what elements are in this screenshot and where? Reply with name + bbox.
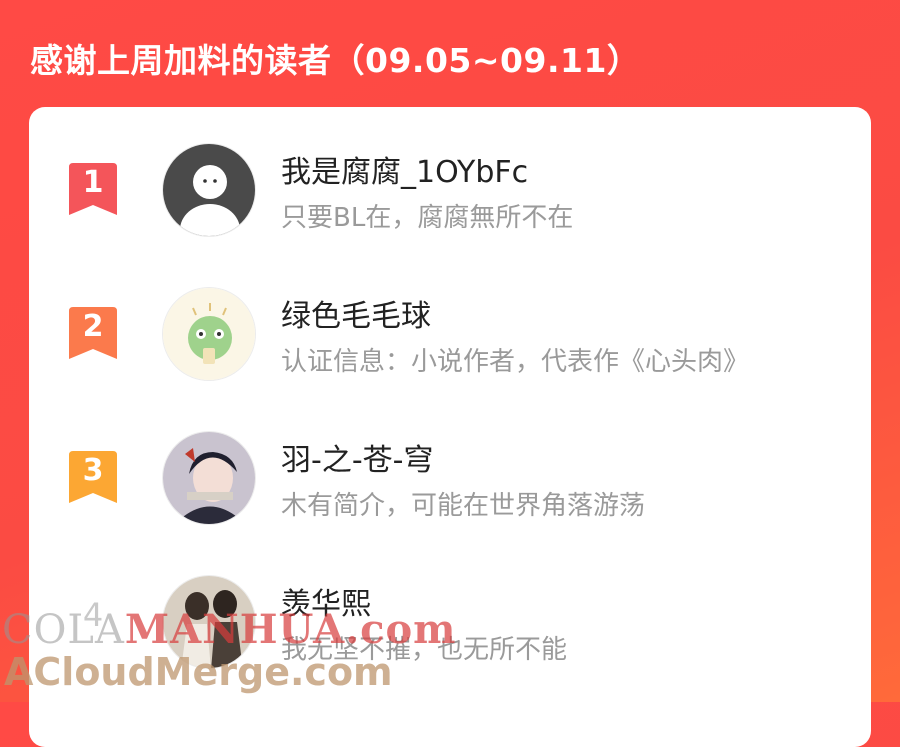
watermark-text-red: MANHUA.com [124, 606, 457, 653]
rank-badge: 2 [69, 307, 117, 359]
watermark-line-2: ACloudMerge.com [4, 650, 393, 694]
rank-number: 2 [82, 309, 104, 344]
list-item[interactable]: 3 羽-之-苍-穹 木有简介，可能在世界角落游荡 [29, 423, 871, 533]
watermark-line-1: COLAMANHUA.com [2, 606, 457, 653]
avatar[interactable] [162, 287, 256, 381]
rank-badge: 3 [69, 451, 117, 503]
rank-number: 3 [82, 453, 104, 488]
avatar[interactable] [162, 431, 256, 525]
reader-bio: 认证信息：小说作者，代表作《心头肉》 [281, 347, 750, 377]
avatar[interactable] [162, 143, 256, 237]
page-title: 感谢上周加料的读者（09.05~09.11） [30, 41, 641, 80]
list-item[interactable]: 2 绿色毛毛球 认证信息：小说作者，代表作《心头肉》 [29, 279, 871, 389]
reader-name: 绿色毛毛球 [281, 299, 431, 334]
rank-badge: 1 [69, 163, 117, 215]
watermark-text-gray: COLA [2, 607, 125, 653]
reader-bio: 木有简介，可能在世界角落游荡 [281, 491, 646, 521]
reader-name: 我是腐腐_1OYbFc [281, 155, 529, 190]
reader-name: 羽-之-苍-穹 [281, 443, 434, 478]
list-item[interactable]: 1 我是腐腐_1OYbFc 只要BL在，腐腐無所不在 [29, 135, 871, 245]
reader-bio: 只要BL在，腐腐無所不在 [281, 203, 574, 233]
rank-number: 1 [82, 165, 104, 200]
